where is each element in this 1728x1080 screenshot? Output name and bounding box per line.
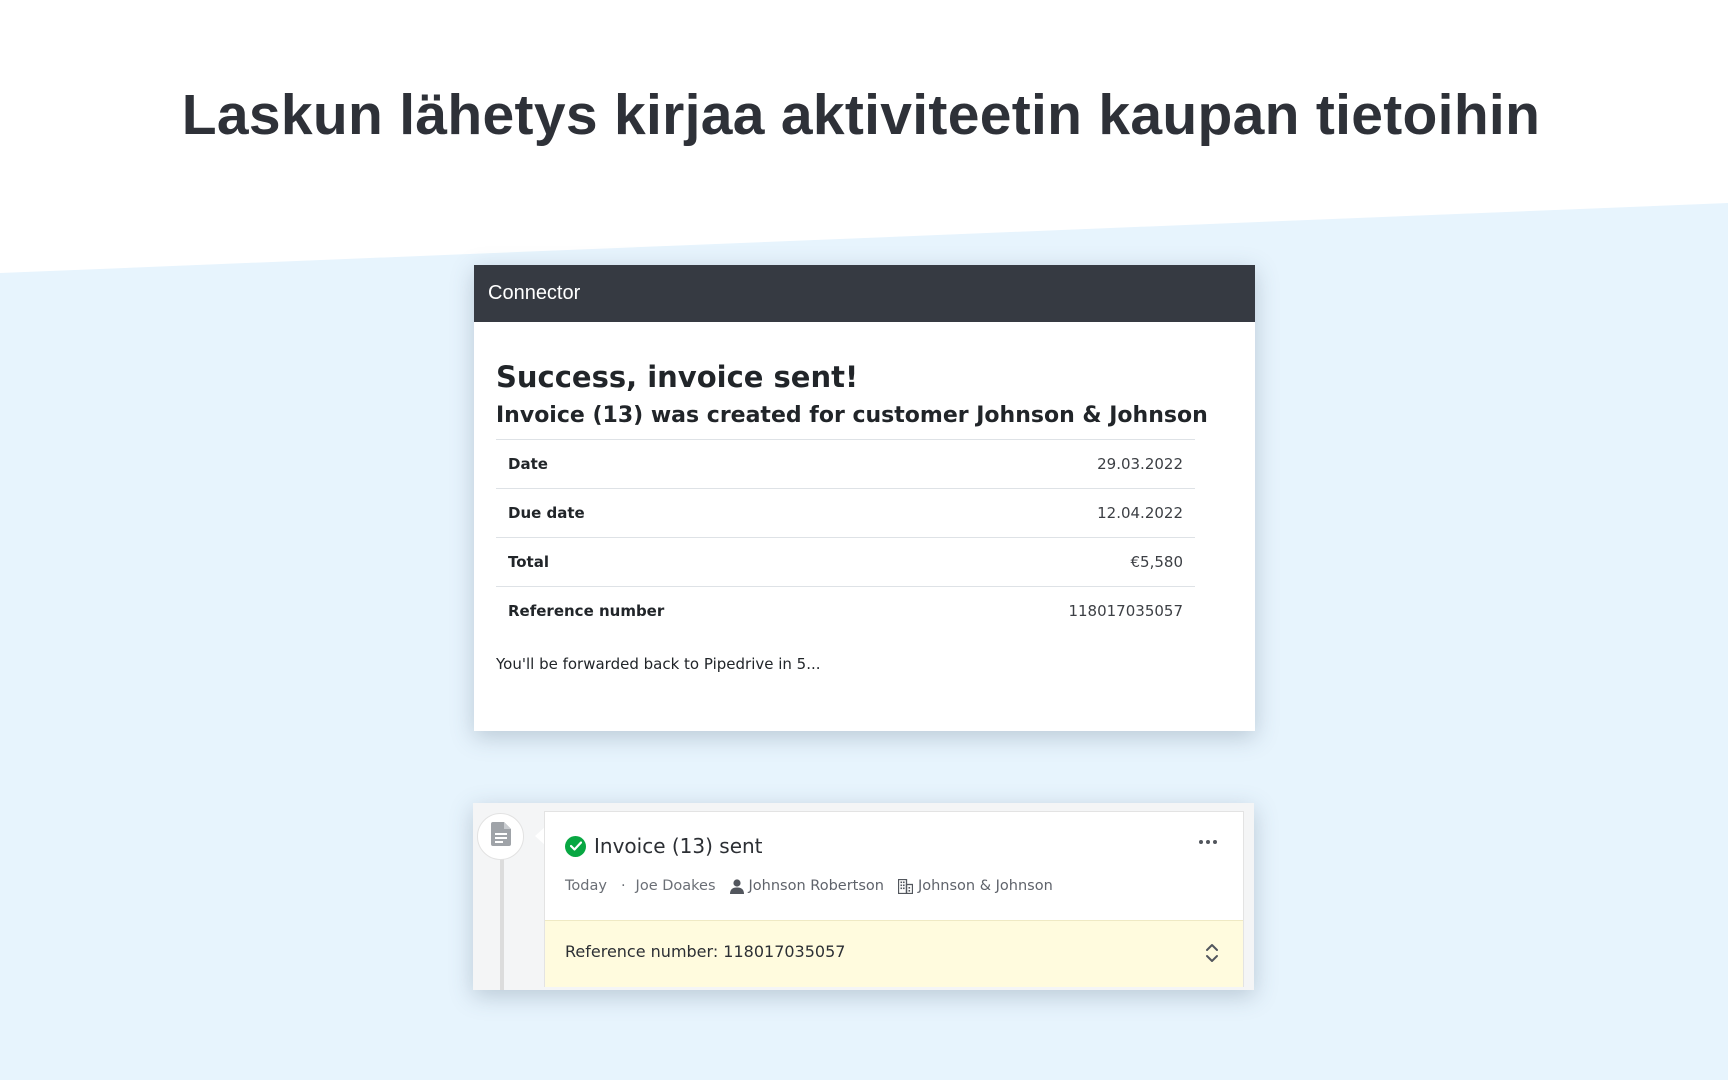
detail-label: Total	[508, 553, 549, 572]
document-icon	[490, 822, 511, 851]
invoice-subtitle: Invoice (13) was created for customer Jo…	[496, 402, 1208, 428]
activity-type-badge	[477, 813, 524, 860]
page-headline: Laskun lähetys kirjaa aktiviteetin kaupa…	[181, 83, 1541, 147]
detail-value: 118017035057	[1068, 602, 1183, 621]
table-row: Reference number 118017035057	[496, 586, 1195, 636]
building-icon	[897, 878, 913, 894]
detail-label: Due date	[508, 504, 585, 523]
activity-title-row: Invoice (13) sent	[565, 834, 763, 858]
forward-note: You'll be forwarded back to Pipedrive in…	[496, 655, 821, 674]
check-circle-icon	[565, 835, 586, 857]
person-link[interactable]: Johnson Robertson	[729, 878, 884, 894]
detail-value: 29.03.2022	[1097, 455, 1183, 474]
activity-note: Reference number: 118017035057	[545, 920, 1243, 987]
invoice-details-table: Date 29.03.2022 Due date 12.04.2022 Tota…	[496, 439, 1195, 635]
person-name: Johnson Robertson	[748, 878, 884, 894]
person-icon	[729, 878, 744, 894]
connector-card: Connector Success, invoice sent! Invoice…	[474, 265, 1255, 731]
organization-link[interactable]: Johnson & Johnson	[897, 878, 1053, 894]
activity-date: Today	[565, 878, 607, 894]
timeline-line	[500, 853, 504, 990]
activity-card: Invoice (13) sent Today · Joe Doakes Joh…	[473, 803, 1254, 990]
more-options-button[interactable]	[1199, 840, 1217, 844]
activity-meta: Today · Joe Doakes Johnson Robertson Joh…	[565, 878, 1053, 894]
organization-name: Johnson & Johnson	[917, 878, 1053, 894]
detail-value: €5,580	[1130, 553, 1184, 572]
ellipsis-icon	[1199, 840, 1203, 844]
table-row: Due date 12.04.2022	[496, 488, 1195, 538]
table-row: Total €5,580	[496, 537, 1195, 587]
note-text: Reference number: 118017035057	[565, 942, 846, 961]
detail-label: Date	[508, 455, 548, 474]
table-row: Date 29.03.2022	[496, 439, 1195, 489]
success-title: Success, invoice sent!	[496, 360, 859, 394]
connector-header: Connector	[474, 265, 1255, 322]
expand-collapse-icon[interactable]	[1205, 943, 1219, 968]
connector-body: Success, invoice sent! Invoice (13) was …	[474, 322, 1255, 673]
detail-value: 12.04.2022	[1097, 504, 1183, 523]
activity-panel: Invoice (13) sent Today · Joe Doakes Joh…	[544, 811, 1244, 987]
activity-owner[interactable]: Joe Doakes	[636, 878, 716, 894]
meta-separator: ·	[620, 878, 626, 894]
detail-label: Reference number	[508, 602, 665, 621]
activity-title: Invoice (13) sent	[594, 834, 763, 858]
